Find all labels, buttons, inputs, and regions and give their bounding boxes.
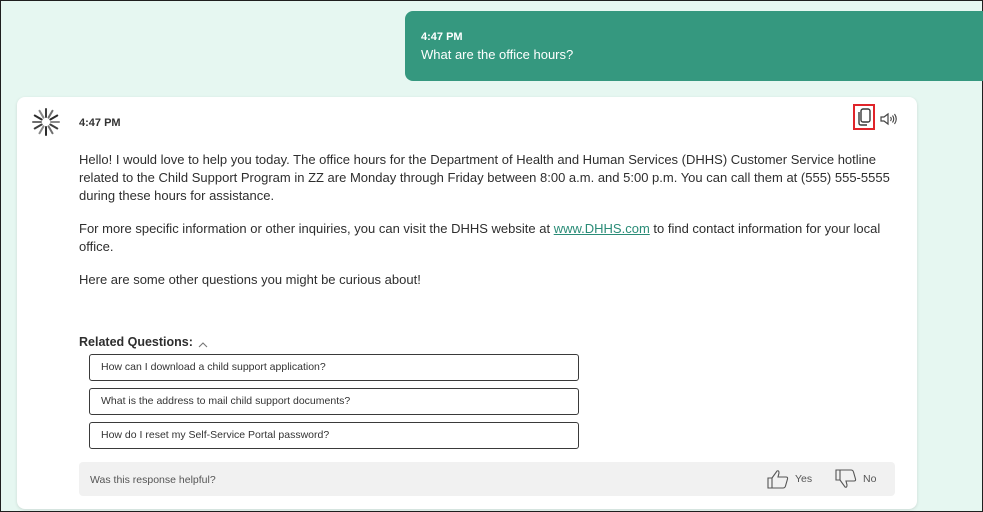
copy-icon	[858, 108, 871, 126]
thumbs-down-icon	[835, 469, 857, 488]
feedback-yes-button[interactable]: Yes	[767, 469, 812, 489]
thumbs-up-icon	[767, 470, 789, 489]
bot-answer-text: Hello! I would love to help you today. T…	[79, 151, 894, 304]
related-question-button[interactable]: What is the address to mail child suppor…	[89, 388, 579, 415]
feedback-yes-label: Yes	[795, 473, 813, 485]
bot-message-card: 4:47 PM Hello! I would love to help you …	[17, 97, 917, 509]
read-aloud-button[interactable]	[879, 111, 899, 127]
user-message-time: 4:47 PM	[421, 31, 463, 43]
related-question-button[interactable]: How can I download a child support appli…	[89, 354, 579, 381]
answer-paragraph-2: For more specific information or other i…	[79, 220, 894, 256]
bot-message-time: 4:47 PM	[79, 117, 121, 129]
answer-paragraph-1: Hello! I would love to help you today. T…	[79, 152, 890, 203]
feedback-bar: Was this response helpful? Yes No	[79, 462, 895, 496]
related-question-button[interactable]: How do I reset my Self-Service Portal pa…	[89, 422, 579, 449]
starburst-logo-icon	[31, 107, 61, 137]
feedback-no-button[interactable]: No	[835, 469, 876, 489]
feedback-no-label: No	[863, 473, 877, 485]
related-questions-toggle[interactable]: Related Questions:	[79, 335, 208, 349]
related-questions-list: How can I download a child support appli…	[89, 354, 579, 456]
related-questions-title: Related Questions:	[79, 335, 193, 349]
answer-paragraph-3: Here are some other questions you might …	[79, 272, 421, 287]
user-message-text: What are the office hours?	[421, 47, 574, 62]
feedback-prompt: Was this response helpful?	[90, 474, 216, 486]
chevron-up-icon	[198, 338, 208, 348]
copy-button[interactable]	[853, 104, 875, 130]
dhhs-website-link[interactable]: www.DHHS.com	[554, 221, 650, 236]
speaker-icon	[880, 112, 897, 126]
answer-paragraph-2-start: For more specific information or other i…	[79, 221, 554, 236]
user-message-bubble: 4:47 PM What are the office hours?	[405, 11, 983, 81]
chat-window: 4:47 PM What are the office hours? 4:47 …	[0, 0, 983, 512]
